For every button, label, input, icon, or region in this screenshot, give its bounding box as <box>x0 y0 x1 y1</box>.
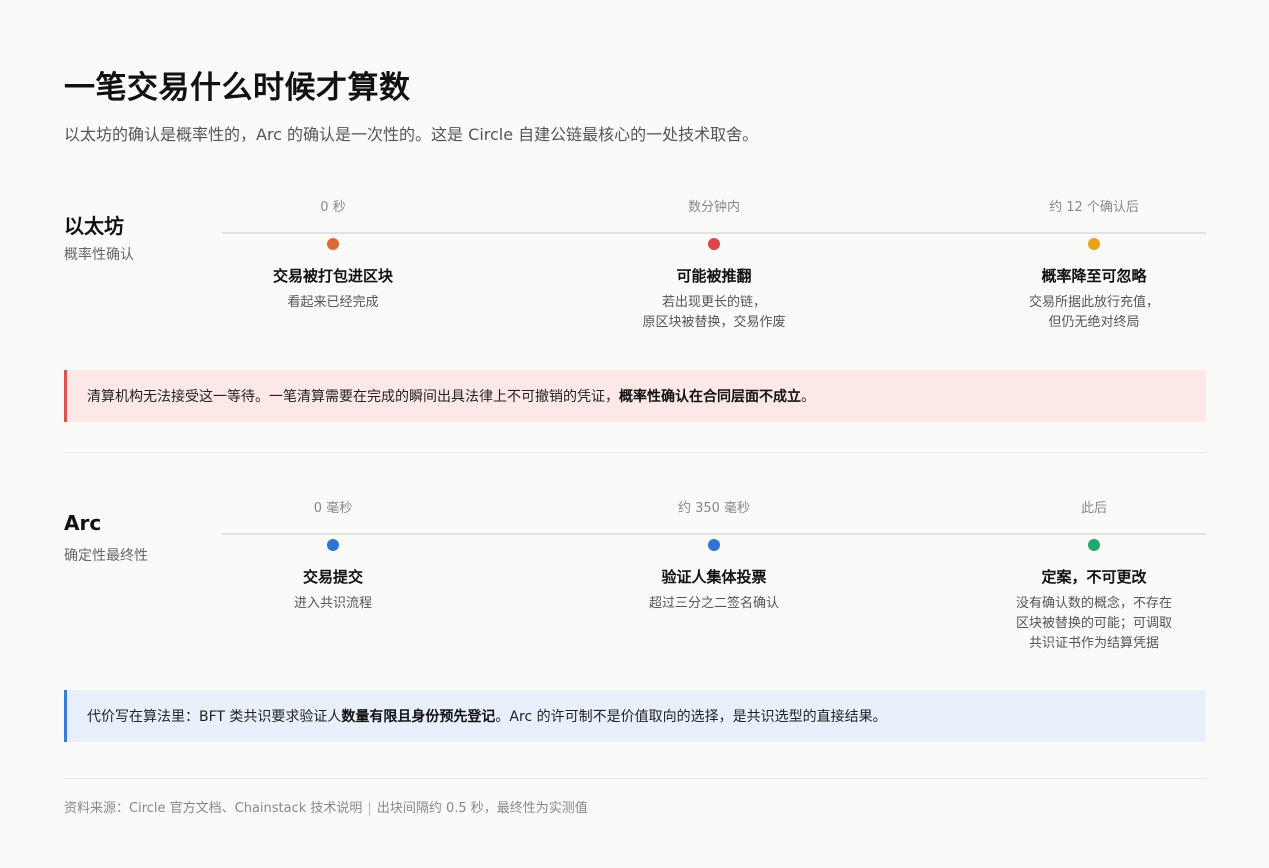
stage-title: 可能被推翻 <box>676 267 752 285</box>
callout-emphasis: 数量有限且身份预先登记 <box>341 709 496 725</box>
arc-stage-3: 此后 定案，不可更改 没有确认数的概念，不存在 区块被替换的可能；可调取 共识证… <box>944 499 1244 654</box>
stage-desc-line: 原区块被替换，交易作废 <box>642 315 786 330</box>
footer-source: 资料来源：Circle 官方文档、Chainstack 技术说明 <box>64 801 363 816</box>
section-divider <box>64 452 1206 453</box>
footer-divider <box>64 778 1206 779</box>
arc-subtitle: 确定性最终性 <box>64 548 148 564</box>
page-title: 一笔交易什么时候才算数 <box>64 70 411 106</box>
callout-text: 清算机构无法接受这一等待。一笔清算需要在完成的瞬间出具法律上不可撤销的凭证，概率… <box>87 386 815 406</box>
stage-time: 约 12 个确认后 <box>1049 200 1139 215</box>
callout-text-part: 清算机构无法接受这一等待。一笔清算需要在完成的瞬间出具法律上不可撤销的凭证， <box>87 389 619 405</box>
stage-desc-line: 共识证书作为结算凭据 <box>1028 636 1159 651</box>
stage-dot <box>1088 539 1100 551</box>
stage-time: 0 毫秒 <box>313 501 353 516</box>
stage-desc-line: 超过三分之二签名确认 <box>648 596 779 611</box>
arc-stage-2: 约 350 毫秒 验证人集体投票 超过三分之二签名确认 <box>564 499 864 614</box>
stage-time: 0 秒 <box>320 200 346 215</box>
ethereum-stage-3: 约 12 个确认后 概率降至可忽略 交易所据此放行充值， 但仍无绝对终局 <box>944 198 1244 333</box>
stage-description: 看起来已经完成 <box>183 293 483 313</box>
arc-stage-1: 0 毫秒 交易提交 进入共识流程 <box>183 499 483 614</box>
page: 一笔交易什么时候才算数 以太坊的确认是概率性的，Arc 的确认是一次性的。这是 … <box>0 0 1269 868</box>
callout-text-end: 。 <box>801 389 815 405</box>
stage-desc-line: 但仍无绝对终局 <box>1048 315 1140 330</box>
stage-dot <box>708 238 720 250</box>
arc-name: Arc <box>64 511 102 535</box>
stage-dot <box>708 539 720 551</box>
stage-time: 约 350 毫秒 <box>677 501 751 516</box>
stage-desc-line: 区块被替换的可能；可调取 <box>1015 616 1172 631</box>
ethereum-name: 以太坊 <box>64 214 124 238</box>
arc-callout: 代价写在算法里：BFT 类共识要求验证人数量有限且身份预先登记。Arc 的许可制… <box>64 690 1206 742</box>
stage-title: 交易提交 <box>302 568 363 586</box>
stage-time: 数分钟内 <box>687 200 740 215</box>
ethereum-callout: 清算机构无法接受这一等待。一笔清算需要在完成的瞬间出具法律上不可撤销的凭证，概率… <box>64 370 1206 422</box>
stage-title: 验证人集体投票 <box>661 568 767 586</box>
callout-text-end: 。Arc 的许可制不是价值取向的选择，是共识选型的直接结果。 <box>495 709 887 725</box>
ethereum-stage-1: 0 秒 交易被打包进区块 看起来已经完成 <box>183 198 483 313</box>
stage-description: 超过三分之二签名确认 <box>564 594 864 614</box>
page-subtitle: 以太坊的确认是概率性的，Arc 的确认是一次性的。这是 Circle 自建公链最… <box>64 125 759 144</box>
ethereum-subtitle: 概率性确认 <box>64 247 134 263</box>
footer-note: 出块间隔约 0.5 秒，最终性为实测值 <box>376 801 588 816</box>
stage-desc-line: 若出现更长的链， <box>661 295 766 310</box>
stage-description: 进入共识流程 <box>183 594 483 614</box>
footer-separator: | <box>367 801 372 816</box>
stage-dot <box>1088 238 1100 250</box>
stage-time: 此后 <box>1080 501 1107 516</box>
source-footer: 资料来源：Circle 官方文档、Chainstack 技术说明 | 出块间隔约 0… <box>64 797 588 816</box>
stage-description: 若出现更长的链， 原区块被替换，交易作废 <box>564 293 864 333</box>
stage-desc-line: 交易所据此放行充值， <box>1028 295 1159 310</box>
callout-emphasis: 概率性确认在合同层面不成立 <box>619 389 801 405</box>
stage-description: 没有确认数的概念，不存在 区块被替换的可能；可调取 共识证书作为结算凭据 <box>944 594 1244 654</box>
stage-dot <box>327 238 339 250</box>
stage-dot <box>327 539 339 551</box>
stage-desc-line: 看起来已经完成 <box>287 295 379 310</box>
stage-title: 概率降至可忽略 <box>1041 267 1147 285</box>
stage-description: 交易所据此放行充值， 但仍无绝对终局 <box>944 293 1244 333</box>
callout-text-part: 代价写在算法里：BFT 类共识要求验证人 <box>87 709 342 725</box>
stage-title: 定案，不可更改 <box>1041 568 1147 586</box>
callout-text: 代价写在算法里：BFT 类共识要求验证人数量有限且身份预先登记。Arc 的许可制… <box>87 706 887 726</box>
stage-title: 交易被打包进区块 <box>272 267 393 285</box>
ethereum-stage-2: 数分钟内 可能被推翻 若出现更长的链， 原区块被替换，交易作废 <box>564 198 864 333</box>
stage-desc-line: 进入共识流程 <box>293 596 372 611</box>
stage-desc-line: 没有确认数的概念，不存在 <box>1015 596 1172 611</box>
